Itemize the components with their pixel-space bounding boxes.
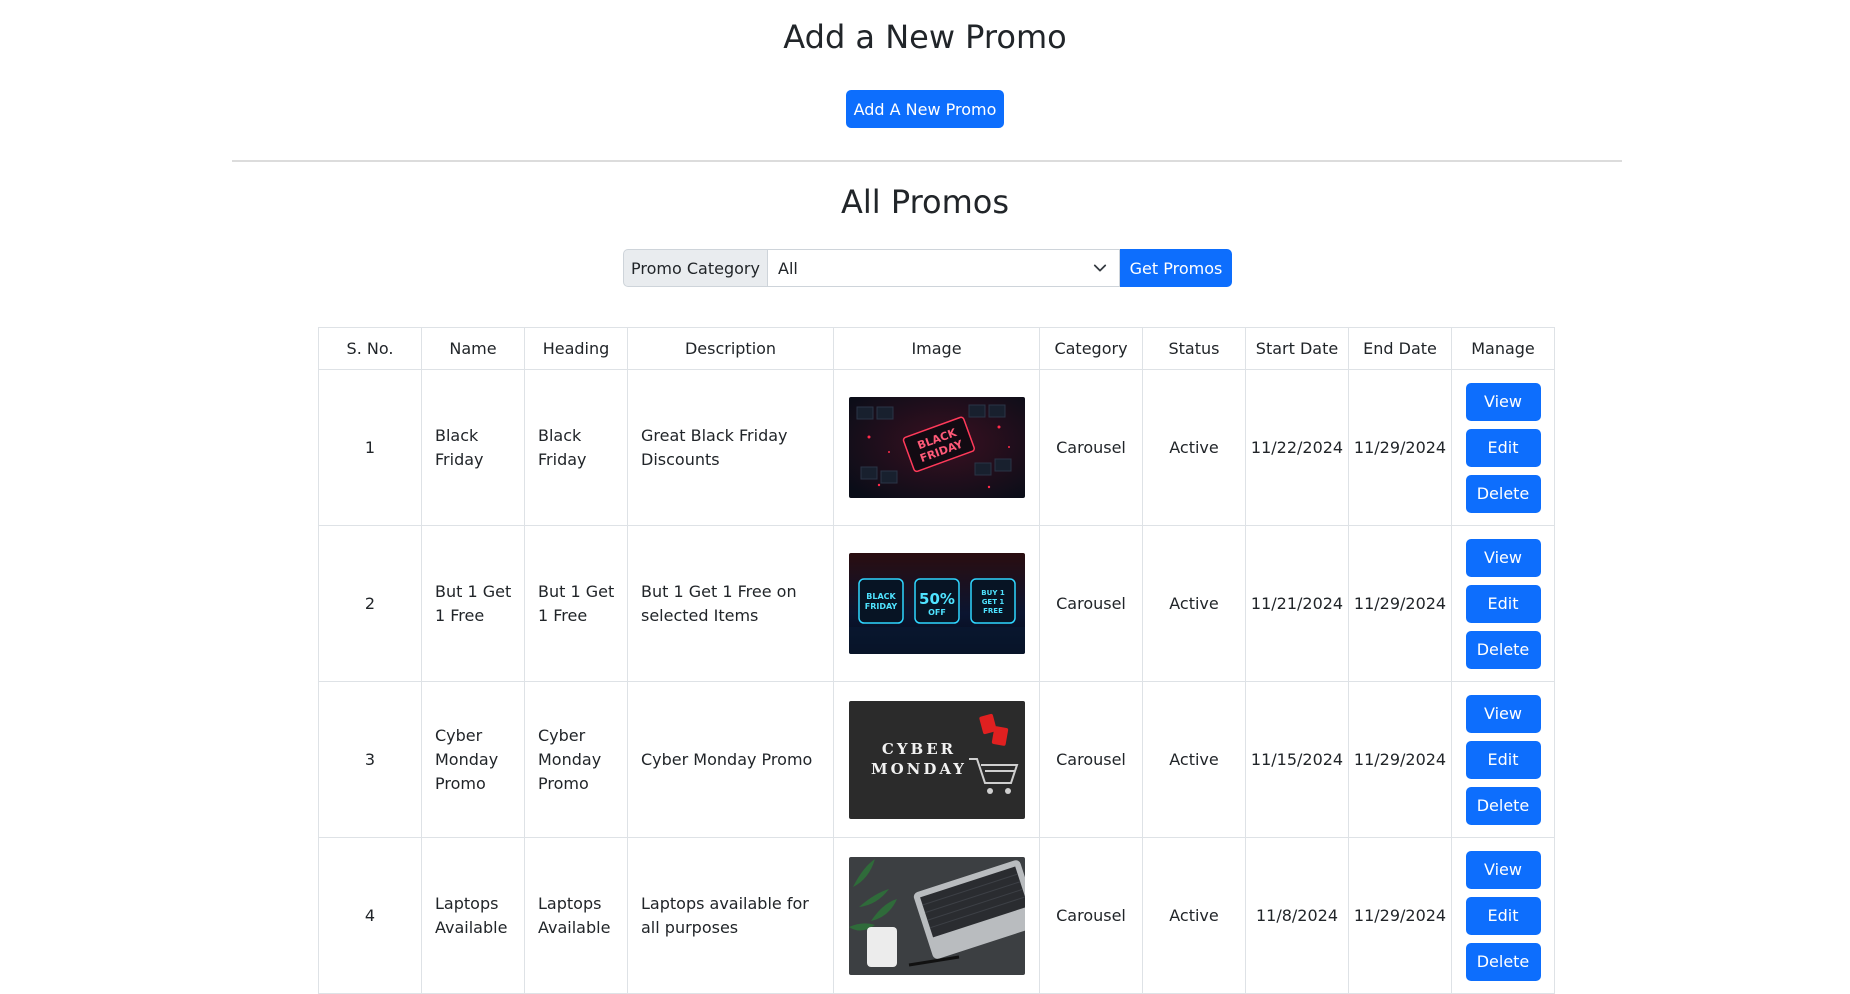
cell-manage: View Edit Delete [1451, 837, 1555, 994]
promo-image-text: MONDAY [871, 760, 967, 778]
cell-end-date: 11/29/2024 [1348, 525, 1452, 682]
manage-actions: View Edit Delete [1452, 850, 1554, 981]
cell-category: Carousel [1039, 369, 1143, 526]
cell-manage: View Edit Delete [1451, 681, 1555, 838]
cell-manage: View Edit Delete [1451, 525, 1555, 682]
cell-name: Laptops Available [421, 837, 525, 994]
divider [232, 160, 1622, 162]
cell-heading: Black Friday [524, 369, 628, 526]
cell-sno: 4 [318, 837, 422, 994]
promo-image-text: BLACK [866, 592, 896, 601]
cell-sno: 1 [318, 369, 422, 526]
cell-image: BLACK FRIDAY 50% OFF BUY 1 GET 1 FREE [833, 525, 1040, 682]
manage-actions: View Edit Delete [1452, 382, 1554, 513]
get-promos-button[interactable]: Get Promos [1120, 249, 1232, 287]
cell-start-date: 11/21/2024 [1245, 525, 1349, 682]
cell-heading: Cyber Monday Promo [524, 681, 628, 838]
col-start-date: Start Date [1245, 327, 1349, 370]
promo-category-selected-value: All [778, 258, 798, 278]
cell-heading: Laptops Available [524, 837, 628, 994]
table-header-row: S. No. Name Heading Description Image Ca… [318, 327, 1555, 370]
col-category: Category [1039, 327, 1143, 370]
cell-sno: 2 [318, 525, 422, 682]
delete-button[interactable]: Delete [1465, 474, 1541, 513]
promo-image-black-friday: BLACK FRIDAY [848, 397, 1025, 498]
col-status: Status [1142, 327, 1246, 370]
table-row: 2 But 1 Get 1 Free But 1 Get 1 Free But … [318, 525, 1555, 682]
col-end-date: End Date [1348, 327, 1452, 370]
promo-image-text: FREE [983, 607, 1003, 615]
table-row: 4 Laptops Available Laptops Available La… [318, 837, 1555, 994]
cell-end-date: 11/29/2024 [1348, 369, 1452, 526]
view-button[interactable]: View [1465, 382, 1541, 421]
cell-name: Black Friday [421, 369, 525, 526]
cell-name: Cyber Monday Promo [421, 681, 525, 838]
promo-image-text: 50% [919, 590, 955, 608]
cell-heading: But 1 Get 1 Free [524, 525, 628, 682]
promo-image-neon-boxes: BLACK FRIDAY 50% OFF BUY 1 GET 1 FREE [848, 553, 1025, 654]
table-row: 1 Black Friday Black Friday Great Black … [318, 369, 1555, 526]
col-name: Name [421, 327, 525, 370]
promo-image-text: OFF [928, 608, 946, 617]
table-row: 3 Cyber Monday Promo Cyber Monday Promo … [318, 681, 1555, 838]
cell-status: Active [1142, 837, 1246, 994]
cell-status: Active [1142, 681, 1246, 838]
edit-button[interactable]: Edit [1465, 428, 1541, 467]
add-promo-title: Add a New Promo [783, 18, 1067, 56]
cell-description: Great Black Friday Discounts [627, 369, 834, 526]
promo-image-text: BUY 1 [981, 589, 1005, 597]
manage-actions: View Edit Delete [1452, 694, 1554, 825]
promos-table: S. No. Name Heading Description Image Ca… [318, 327, 1555, 994]
cell-start-date: 11/15/2024 [1245, 681, 1349, 838]
promo-filter-group: Promo Category All Get Promos [623, 249, 1232, 287]
promo-image-text: CYBER [881, 740, 955, 758]
view-button[interactable]: View [1465, 850, 1541, 889]
cell-image: CYBER MONDAY [833, 681, 1040, 838]
manage-actions: View Edit Delete [1452, 538, 1554, 669]
cell-description: But 1 Get 1 Free on selected Items [627, 525, 834, 682]
cell-category: Carousel [1039, 681, 1143, 838]
col-image: Image [833, 327, 1040, 370]
cell-image [833, 837, 1040, 994]
chevron-down-icon [1093, 264, 1107, 272]
cell-start-date: 11/8/2024 [1245, 837, 1349, 994]
cell-category: Carousel [1039, 837, 1143, 994]
cell-end-date: 11/29/2024 [1348, 681, 1452, 838]
col-description: Description [627, 327, 834, 370]
promo-category-select[interactable]: All [768, 249, 1120, 287]
cell-description: Cyber Monday Promo [627, 681, 834, 838]
cell-image: BLACK FRIDAY [833, 369, 1040, 526]
cell-description: Laptops available for all purposes [627, 837, 834, 994]
promo-category-label: Promo Category [623, 249, 768, 287]
cell-start-date: 11/22/2024 [1245, 369, 1349, 526]
edit-button[interactable]: Edit [1465, 584, 1541, 623]
edit-button[interactable]: Edit [1465, 740, 1541, 779]
cell-status: Active [1142, 369, 1246, 526]
col-manage: Manage [1451, 327, 1555, 370]
view-button[interactable]: View [1465, 694, 1541, 733]
cell-name: But 1 Get 1 Free [421, 525, 525, 682]
promo-image-laptop [848, 856, 1025, 975]
edit-button[interactable]: Edit [1465, 896, 1541, 935]
delete-button[interactable]: Delete [1465, 630, 1541, 669]
cell-category: Carousel [1039, 525, 1143, 682]
col-heading: Heading [524, 327, 628, 370]
cell-end-date: 11/29/2024 [1348, 837, 1452, 994]
promo-image-text: FRIDAY [864, 602, 897, 611]
cell-sno: 3 [318, 681, 422, 838]
delete-button[interactable]: Delete [1465, 942, 1541, 981]
add-new-promo-button[interactable]: Add A New Promo [846, 90, 1004, 128]
col-sno: S. No. [318, 327, 422, 370]
page: Add a New Promo Add A New Promo All Prom… [0, 0, 1850, 994]
all-promos-title: All Promos [840, 183, 1010, 221]
cell-manage: View Edit Delete [1451, 369, 1555, 526]
promo-image-cyber-monday: CYBER MONDAY [848, 700, 1025, 819]
delete-button[interactable]: Delete [1465, 786, 1541, 825]
view-button[interactable]: View [1465, 538, 1541, 577]
promo-image-text: GET 1 [981, 598, 1004, 606]
cell-status: Active [1142, 525, 1246, 682]
